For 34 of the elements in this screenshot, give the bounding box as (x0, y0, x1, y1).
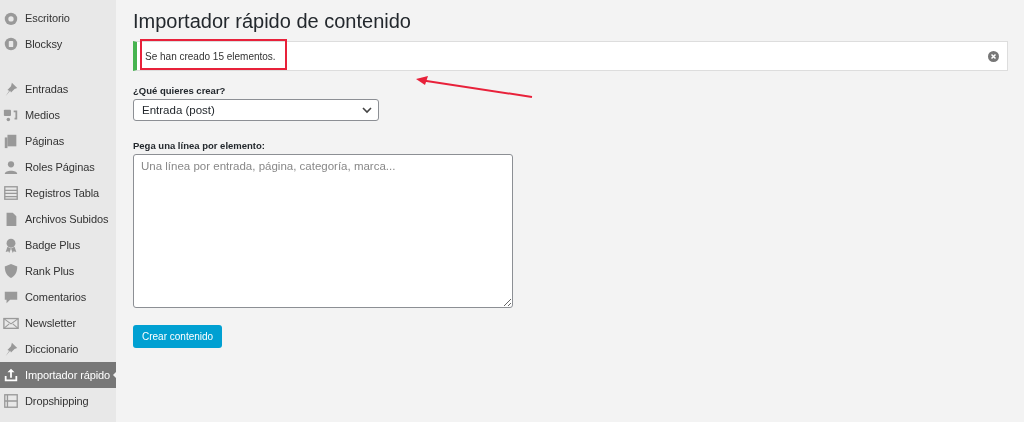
envelope-icon (3, 315, 19, 331)
sidebar-item[interactable]: Registros Tabla (0, 180, 116, 206)
sidebar-item[interactable]: Newsletter (0, 310, 116, 336)
sidebar-item[interactable]: Roles Páginas (0, 154, 116, 180)
person-icon (3, 159, 19, 175)
notice-message: Se han creado 15 elementos. (145, 50, 277, 62)
sidebar-item[interactable]: Blocksy (0, 31, 116, 57)
dismiss-icon[interactable] (988, 50, 999, 62)
circle-icon (3, 36, 19, 52)
chevron-down-icon (362, 106, 372, 114)
speech-bubble-icon (3, 289, 19, 305)
sidebar-item[interactable]: Diccionario (0, 336, 116, 362)
table-icon (3, 185, 19, 201)
shield-icon (3, 263, 19, 279)
type-dropdown[interactable]: Entrada (post) (133, 99, 379, 121)
sidebar-item[interactable]: Dropshipping (0, 388, 116, 414)
field-label: ¿Qué quieres crear? (133, 85, 227, 96)
sidebar-item[interactable]: Entradas (0, 76, 116, 102)
pages-icon (3, 133, 19, 149)
sidebar-item[interactable]: Rank Plus (0, 258, 116, 284)
layout-icon (3, 393, 19, 409)
sidebar-item[interactable]: Comentarios (0, 284, 116, 310)
sidebar-item[interactable]: Escritorio (0, 5, 116, 31)
upload-icon (3, 367, 19, 383)
page-title: Importador rápido de contenido (133, 10, 412, 32)
lines-textarea[interactable]: Una línea por entrada, página, categoría, marca... (133, 154, 513, 308)
media-icon (3, 107, 19, 123)
sidebar-item[interactable]: Importador rápido (0, 362, 116, 388)
ribbon-icon (3, 237, 19, 253)
sidebar-item[interactable]: Medios (0, 102, 116, 128)
sidebar-item[interactable]: Archivos Subidos (0, 206, 116, 232)
sidebar-item[interactable]: Badge Plus (0, 232, 116, 258)
field-label: Pega una línea por elemento: (133, 140, 266, 151)
sidebar-item[interactable]: Páginas (0, 128, 116, 154)
